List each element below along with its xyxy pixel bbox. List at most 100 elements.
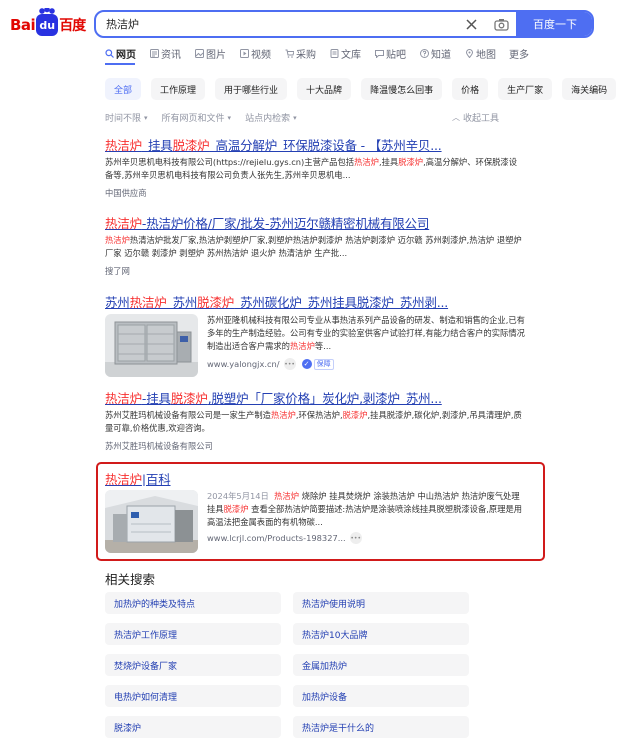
related-search-item[interactable]: 热洁炉是干什么的 [293,716,469,738]
search-icon [104,48,114,58]
related-search-item[interactable]: 金属加热炉 [293,654,469,676]
time-filter-dropdown[interactable]: 时间不限 ▾ [105,111,148,125]
clear-icon[interactable] [456,12,486,36]
chip[interactable]: 价格 [452,78,489,100]
keyword-highlight: 热洁炉 [105,235,130,245]
chip[interactable]: 工作原理 [151,78,206,100]
shield-check-icon: ✓ [301,359,312,369]
search-button[interactable]: 百度一下 [516,12,592,36]
text-segment: 苏州辛贝思机电科技有限公司(https://rejielu.gys.cn)主营产… [105,157,355,167]
result-title[interactable]: 热洁炉-热洁炉价格/厂家/批发-苏州迈尔赣精密机械有限公司 [105,213,525,230]
related-search-item[interactable]: 脱漆炉 [105,716,281,738]
result-source[interactable]: www.yalongjx.cn/ ••• ✓ 保障 [207,358,525,370]
tab-video[interactable]: 视频 [239,46,271,61]
chip-all[interactable]: 全部 [105,78,142,100]
tab-news[interactable]: 资讯 [149,46,181,61]
file-type-dropdown[interactable]: 所有网页和文件 ▾ [162,111,232,125]
text-segment: _苏州 [166,295,198,309]
result-source-name: 中国供应商 [105,188,147,198]
result-url: www.yalongjx.cn/ [207,359,280,369]
tab-label: 图片 [206,49,226,61]
related-search-item[interactable]: 热洁炉使用说明 [293,592,469,614]
text-segment: 苏州亚隆机械科技有限公司专业从事热洁系列产品设备的研发、制造和销售的企业,已有多… [207,315,525,351]
result-source[interactable]: 搜了网 [105,265,525,277]
keyword-highlight: 热洁炉 [105,472,142,486]
search-result: 热洁炉-热洁炉价格/厂家/批发-苏州迈尔赣精密机械有限公司 热洁炉热清洁炉批发厂… [105,213,525,277]
tab-web[interactable]: 网页 [104,46,136,61]
search-tabs: 网页 资讯 图片 视频 采购 文库 贴吧 知道 地图 更多 [104,46,542,61]
chevron-down-icon: ▾ [144,113,148,122]
tab-tieba[interactable]: 贴吧 [374,46,406,61]
related-searches-grid: 加热炉的种类及特点 热洁炉使用说明 热洁炉工作原理 热洁炉10大品牌 焚烧炉设备… [105,592,469,738]
result-thumbnail[interactable] [105,314,198,377]
news-icon [149,48,159,58]
text-segment: 查看全部热洁炉简要描述:热洁炉是涂装喷涂线挂具脱塑脱漆设备,原理是用高温法把金属… [207,504,523,527]
result-abstract: 2024年5月14日 热洁炉 烧除炉 挂具焚烧炉 涂装热洁炉 中山热洁炉 热洁炉… [207,490,525,529]
baidu-logo[interactable]: Bai du 百度 [10,8,86,38]
keyword-highlight: 脱漆炉 [197,295,235,309]
result-source[interactable]: www.lcrjl.com/Products-198327... ••• [207,532,525,544]
search-result: 苏州热洁炉_苏州脱漆炉_苏州碳化炉_苏州挂具脱漆炉_苏州剥... 苏州亚隆机械科… [105,292,525,377]
active-tab-indicator [105,63,135,65]
result-title[interactable]: 热洁炉-挂具脱漆炉,脱塑炉「厂家价格」炭化炉,剥漆炉_苏州... [105,388,525,405]
chevron-up-icon: ︿ [452,113,460,122]
keyword-highlight: 热洁炉 [274,491,300,501]
keyword-highlight: 热洁炉 [105,216,142,230]
result-abstract: 苏州艾胜玛机械设备有限公司是一家生产制造热洁炉,环保热洁炉,脱漆炉,挂具脱漆炉,… [105,409,525,435]
keyword-highlight: 热洁炉 [354,157,379,167]
keyword-highlight: 热洁炉 [105,138,142,152]
chip[interactable]: 十大品牌 [297,78,352,100]
chip[interactable]: 降温慢怎么回事 [361,78,443,100]
camera-icon[interactable] [486,12,516,36]
text-segment: 苏州 [105,295,130,309]
keyword-highlight: 脱漆炉 [398,157,424,167]
related-search-item[interactable]: 热洁炉10大品牌 [293,623,469,645]
more-options-icon[interactable]: ••• [283,358,296,370]
tab-library[interactable]: 文库 [329,46,361,61]
result-title[interactable]: 苏州热洁炉_苏州脱漆炉_苏州碳化炉_苏州挂具脱漆炉_苏州剥... [105,292,525,309]
chip[interactable]: 用于哪些行业 [215,78,288,100]
more-options-icon[interactable]: ••• [349,532,362,544]
tab-label: 文库 [341,49,361,61]
tab-more[interactable]: 更多 [509,46,529,61]
tab-images[interactable]: 图片 [194,46,226,61]
search-input[interactable] [96,12,456,36]
collapse-tools-button[interactable]: ︿ 收起工具 [452,111,499,124]
search-tools: 时间不限 ▾ 所有网页和文件 ▾ 站点内检索 ▾ [105,111,505,125]
related-search-item[interactable]: 加热炉设备 [293,685,469,707]
related-search-item[interactable]: 焚烧炉设备厂家 [105,654,281,676]
result-thumbnail[interactable] [105,490,198,553]
result-date: 2024年5月14日 [207,491,269,501]
logo-text-du: du [39,18,56,32]
result-title[interactable]: 热洁炉_挂具脱漆炉_高温分解炉_环保脱漆设备 - 【苏州辛贝... [105,135,525,152]
tab-purchase[interactable]: 采购 [284,46,316,61]
search-result: 热洁炉-挂具脱漆炉,脱塑炉「厂家价格」炭化炉,剥漆炉_苏州... 苏州艾胜玛机械… [105,388,525,452]
search-result: 热洁炉_挂具脱漆炉_高温分解炉_环保脱漆设备 - 【苏州辛贝... 苏州辛贝思机… [105,135,525,199]
site-search-dropdown[interactable]: 站点内检索 ▾ [245,111,297,125]
tab-map[interactable]: 地图 [464,46,496,61]
result-source-name: 搜了网 [105,266,130,276]
cart-icon [284,48,294,58]
result-title[interactable]: 热洁炉|百科 [105,469,525,486]
verified-badge[interactable]: ✓ 保障 [301,358,334,370]
image-icon [194,48,204,58]
result-source[interactable]: 苏州艾胜玛机械设备有限公司 [105,440,525,452]
chip[interactable]: 海关编码 [562,78,617,100]
collapse-tools-label: 收起工具 [463,114,500,124]
text-segment: -挂具 [141,391,171,405]
chip[interactable]: 生产厂家 [498,78,553,100]
text-segment: ,挂具 [378,157,399,167]
text-segment: _高温分解炉_环保脱漆设备 - 【苏州辛贝... [209,138,442,152]
result-source[interactable]: 中国供应商 [105,187,525,199]
related-search-item[interactable]: 加热炉的种类及特点 [105,592,281,614]
related-search-item[interactable]: 热洁炉工作原理 [105,623,281,645]
tab-zhidao[interactable]: 知道 [419,46,451,61]
text-segment: |百科 [141,472,171,486]
keyword-highlight: 热洁炉 [289,341,315,351]
search-result: 热洁炉|百科 2024年5月14日 热洁炉 烧除炉 挂具焚烧炉 涂装热洁炉 中山… [105,469,525,553]
tab-label: 视频 [251,49,271,61]
tab-label: 贴吧 [386,49,406,61]
chevron-down-icon: ▾ [293,113,297,122]
related-search-item[interactable]: 电热炉如何清理 [105,685,281,707]
tab-label: 采购 [296,49,316,61]
